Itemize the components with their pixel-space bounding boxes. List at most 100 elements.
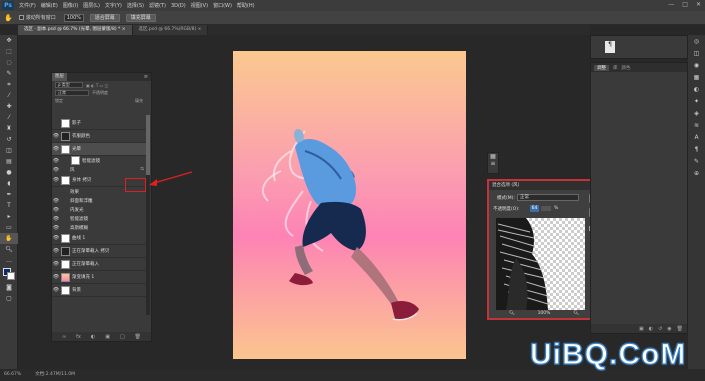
properties-panel-icon[interactable]: ⊕ [688, 167, 705, 179]
move-tool-icon[interactable]: ✥ [0, 35, 18, 46]
crop-tool-icon[interactable]: ⌗ [0, 79, 18, 90]
document-canvas[interactable] [233, 51, 466, 359]
minimize-icon[interactable]: — [668, 1, 674, 8]
character-panel-icon[interactable]: A [688, 131, 705, 143]
opacity-field[interactable]: 64 [530, 205, 539, 212]
paragraph-icon[interactable]: ¶ [605, 41, 615, 53]
adjustment-layer-icon[interactable]: ◐ [91, 334, 95, 340]
status-zoom[interactable]: 66.67% [4, 369, 21, 381]
color-swatches-icon[interactable] [0, 266, 18, 282]
layers-scrollbar[interactable] [146, 115, 150, 315]
layers-panel-icon[interactable]: ◈ [688, 107, 705, 119]
menu-file[interactable]: 文件(F) [19, 2, 36, 9]
layer-row[interactable]: 影子 [52, 117, 147, 130]
panel-footer-icon-1[interactable]: ▣ [639, 326, 644, 332]
zoom-out-icon[interactable]: 🔍︎ [509, 311, 515, 316]
visibility-eye-icon[interactable]: 👁︎ [52, 287, 60, 293]
zoom-field[interactable]: 100% [63, 13, 84, 22]
history-panel-icon[interactable]: ◎ [688, 35, 705, 47]
filter-blending-options-icon[interactable]: ⇆ [140, 167, 144, 172]
fit-screen-button[interactable]: 适合屏幕 [89, 13, 120, 22]
color-panel-icon[interactable]: ◉ [688, 59, 705, 71]
layer-row[interactable]: 👁︎ 智能滤镜 [52, 214, 147, 223]
actions-panel-icon[interactable]: ◫ [688, 47, 705, 59]
blend-mode-dropdown[interactable]: 正常 [55, 90, 89, 96]
new-group-icon[interactable]: ▣ [105, 334, 110, 340]
tab-layers[interactable]: 图层 [52, 73, 67, 81]
menu-view[interactable]: 视图(V) [191, 2, 208, 9]
layer-row[interactable]: 👁︎ 渐变填充 1 [52, 271, 147, 284]
layer-row[interactable]: 👁︎ 衣服颜色 [52, 130, 147, 143]
menu-filter[interactable]: 滤镜(T) [149, 2, 166, 9]
menu-edit[interactable]: 编辑(E) [41, 2, 58, 9]
layer-row[interactable]: 👁︎ 高斯模糊 [52, 223, 147, 232]
menu-3d[interactable]: 3D(D) [171, 3, 186, 9]
visibility-eye-icon[interactable]: 👁︎ [52, 225, 60, 231]
layer-row[interactable]: 👁︎ 曲线 1 [52, 232, 147, 245]
menu-help[interactable]: 帮助(H) [237, 2, 255, 9]
quick-mask-icon[interactable]: ◙ [0, 282, 18, 293]
paragraph-panel-icon[interactable]: ¶ [688, 143, 705, 155]
kind-filter-dropdown[interactable]: ρ 类型 [55, 82, 83, 88]
link-layers-icon[interactable]: ∞ [62, 334, 66, 340]
type-tool-icon[interactable]: T [0, 200, 18, 211]
menu-select[interactable]: 选择(S) [127, 2, 144, 9]
rectangle-tool-icon[interactable]: ▭ [0, 222, 18, 233]
visibility-eye-icon[interactable]: 👁︎ [52, 177, 60, 183]
visibility-eye-icon[interactable]: 👁︎ [52, 133, 60, 139]
menu-type[interactable]: 文字(Y) [105, 2, 122, 9]
menu-image[interactable]: 图像(I) [63, 2, 78, 9]
visibility-eye-icon[interactable]: 👁︎ [52, 146, 60, 152]
tab-libraries[interactable]: 库 [613, 65, 618, 71]
dodge-tool-icon[interactable]: ◖ [0, 178, 18, 189]
opacity-slider[interactable] [541, 206, 551, 211]
filter-preview[interactable] [496, 218, 585, 310]
channels-panel-icon[interactable]: ≋ [688, 119, 705, 131]
paths-panel-icon[interactable]: ✎ [688, 155, 705, 167]
scroll-all-windows-option[interactable]: 滚动所有窗口 [18, 14, 56, 21]
panel-footer-delete-icon[interactable]: 🗑 [677, 326, 683, 332]
swatches-panel-icon[interactable]: ▦ [688, 71, 705, 83]
hand-tool-icon[interactable]: ✋ [0, 233, 18, 244]
new-layer-icon[interactable]: □ [120, 334, 125, 340]
layer-row[interactable]: 👁︎ 光晕 [52, 143, 147, 156]
screen-mode-icon[interactable]: ▢ [0, 293, 18, 304]
scroll-all-windows-checkbox[interactable] [18, 15, 24, 20]
mode-dropdown[interactable]: 正常 [517, 194, 579, 201]
layer-style-icon[interactable]: fx [76, 334, 81, 340]
path-select-tool-icon[interactable]: ▸ [0, 211, 18, 222]
maximize-icon[interactable]: □ [682, 1, 688, 8]
panel-footer-icon-4[interactable]: ◉ [667, 326, 671, 332]
visibility-eye-icon[interactable]: 👁︎ [52, 198, 60, 204]
history-brush-tool-icon[interactable]: ↺ [0, 134, 18, 145]
menu-layer[interactable]: 图层(L) [83, 2, 100, 9]
fill-screen-button[interactable]: 填充屏幕 [125, 13, 156, 22]
more-tools-icon[interactable]: … [0, 255, 18, 266]
visibility-eye-icon[interactable]: 👁︎ [52, 274, 60, 280]
quick-select-tool-icon[interactable]: ✎ [0, 68, 18, 79]
filter-icons[interactable]: ▣ ◐ T ▭ ◫ [86, 83, 108, 88]
delete-layer-icon[interactable]: 🗑 [135, 334, 141, 340]
visibility-eye-icon[interactable]: 👁︎ [52, 207, 60, 213]
lasso-tool-icon[interactable]: ◌ [0, 57, 18, 68]
tab-color[interactable]: 颜色 [622, 65, 631, 71]
marquee-tool-icon[interactable]: ⬚ [0, 46, 18, 57]
visibility-eye-icon[interactable]: 👁︎ [52, 248, 60, 254]
visibility-eye-icon[interactable]: 👁︎ [52, 261, 60, 267]
layer-row[interactable]: 👁︎ 斜面和浮雕 [52, 196, 147, 205]
panel-menu-icon[interactable]: ≡ [144, 74, 148, 80]
clone-stamp-tool-icon[interactable]: ♜ [0, 123, 18, 134]
layer-row[interactable]: 👁︎ 内发光 [52, 205, 147, 214]
menu-window[interactable]: 窗口(W) [213, 2, 232, 9]
visibility-eye-icon[interactable]: 👁︎ [52, 235, 60, 241]
visibility-eye-icon[interactable]: 👁︎ [52, 167, 60, 173]
eraser-tool-icon[interactable]: ◫ [0, 145, 18, 156]
healing-brush-tool-icon[interactable]: ✚ [0, 101, 18, 112]
styles-panel-icon[interactable]: ✦ [688, 95, 705, 107]
layer-row[interactable]: 👁︎ 风 ⇆ [52, 165, 147, 174]
tab-document-copy[interactable]: 选区 · 副本.psd @ 66.7% (光晕, 图层蒙版/8) * × [18, 25, 133, 35]
collapsed-panel-icon[interactable]: ▦ ≡ [487, 152, 499, 174]
layer-row[interactable]: 👁︎ 背景 [52, 284, 147, 297]
close-icon[interactable]: ✕ [696, 1, 701, 8]
brush-tool-icon[interactable]: ⁄ [0, 112, 18, 123]
